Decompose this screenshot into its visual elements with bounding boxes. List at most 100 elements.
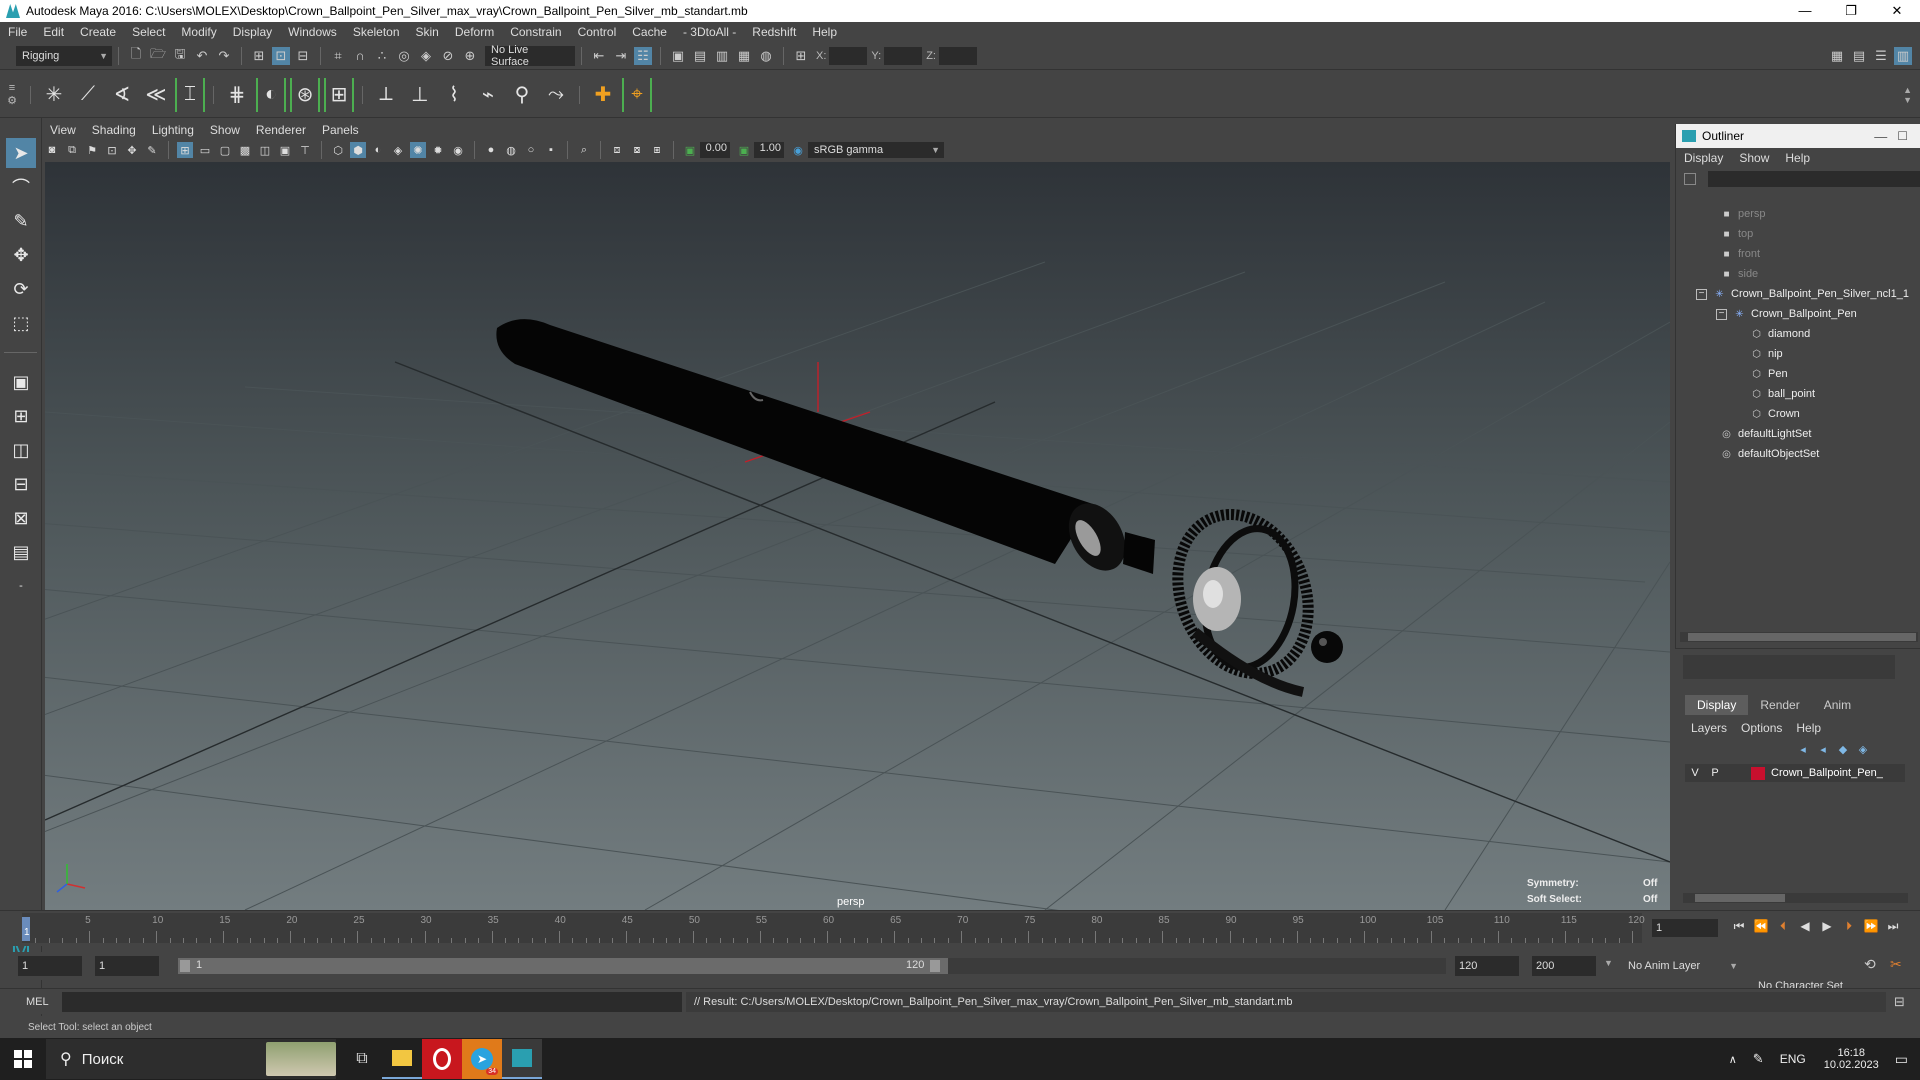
select-object-icon[interactable]: ⊡ bbox=[272, 46, 290, 65]
vp-menu-panels[interactable]: Panels bbox=[314, 123, 367, 137]
outliner-search-input[interactable] bbox=[1708, 171, 1920, 187]
paint-weights-icon[interactable]: ⌇ bbox=[439, 78, 469, 112]
menu-modify[interactable]: Modify bbox=[173, 25, 224, 39]
aim-constraint-icon[interactable]: ⤳ bbox=[541, 78, 571, 112]
outliner-menu-show[interactable]: Show bbox=[1731, 151, 1777, 165]
grease-pencil-icon[interactable]: ✎ bbox=[144, 142, 160, 158]
blend-shape-icon[interactable]: ⊞ bbox=[324, 77, 354, 112]
mirror-joint-icon[interactable]: ⌶ bbox=[175, 77, 205, 112]
time-slider[interactable]: 1 5 10 15 20 25 30 35 40 45 50 55 60 65 70 75 80 85 90 95 1… bbox=[0, 910, 1920, 946]
opera-icon[interactable] bbox=[422, 1039, 462, 1079]
camera-attributes-icon[interactable]: ⧉ bbox=[64, 142, 80, 158]
outliner-item-persp[interactable]: ■ persp bbox=[1676, 204, 1920, 224]
outliner-item-front[interactable]: ■ front bbox=[1676, 244, 1920, 264]
menu-windows[interactable]: Windows bbox=[280, 25, 345, 39]
start-time-field[interactable]: 1 bbox=[18, 956, 82, 976]
hypershade-icon[interactable]: ◍ bbox=[757, 47, 775, 65]
menu-edit[interactable]: Edit bbox=[35, 25, 72, 39]
xray-icon[interactable]: ▪ bbox=[543, 142, 559, 158]
safe-action-icon[interactable]: ▣ bbox=[277, 142, 293, 158]
task-view-icon[interactable]: ⧉ bbox=[342, 1039, 382, 1079]
perspective-viewport[interactable]: persp Symmetry: Off Soft Select: Off bbox=[45, 162, 1670, 910]
tab-render[interactable]: Render bbox=[1748, 695, 1811, 715]
step-forward-frame-icon[interactable]: ⏵ bbox=[1838, 919, 1860, 934]
ik-spline-icon[interactable]: ≪ bbox=[141, 78, 171, 112]
backface-culling-icon[interactable]: ⧆ bbox=[649, 142, 665, 158]
cluster-icon[interactable]: ◐ bbox=[256, 77, 286, 112]
layer-row[interactable]: V P Crown_Ballpoint_Pen_ bbox=[1685, 764, 1905, 782]
shelf-options[interactable]: ≡ ⚙ bbox=[0, 82, 24, 107]
animation-prefs-icon[interactable]: ✂ bbox=[1890, 956, 1902, 973]
collapse-icon[interactable]: − bbox=[1716, 308, 1727, 320]
play-forwards-icon[interactable]: ▶ bbox=[1816, 919, 1838, 934]
auto-key-icon[interactable]: ⟲ bbox=[1864, 956, 1876, 973]
layer-filter-field[interactable] bbox=[1683, 655, 1895, 679]
depth-of-field-icon[interactable]: ○ bbox=[523, 142, 539, 158]
attribute-editor-icon[interactable]: ▤ bbox=[1850, 47, 1868, 65]
outliner-item-default-light-set[interactable]: ◎ defaultLightSet bbox=[1676, 424, 1920, 444]
scroll-thumb[interactable] bbox=[1688, 633, 1916, 641]
menu-create[interactable]: Create bbox=[72, 25, 124, 39]
ambient-occlusion-icon[interactable]: ◉ bbox=[450, 142, 466, 158]
lattice-icon[interactable]: ⋕ bbox=[222, 78, 252, 112]
color-management-icon[interactable]: ◉ bbox=[790, 142, 806, 158]
end-time-field[interactable]: 200 bbox=[1532, 956, 1596, 976]
paint-select-icon[interactable]: ✎ bbox=[6, 206, 36, 236]
menu-skin[interactable]: Skin bbox=[408, 25, 447, 39]
collapse-icon[interactable]: − bbox=[1696, 288, 1707, 300]
menu-file[interactable]: File bbox=[0, 25, 35, 39]
command-input[interactable] bbox=[62, 992, 682, 1012]
step-forward-key-icon[interactable]: ⏩ bbox=[1860, 919, 1882, 934]
outliner-maximize-icon[interactable]: ☐ bbox=[1897, 129, 1908, 143]
layer-hscrollbar[interactable] bbox=[1683, 893, 1908, 903]
open-scene-icon[interactable]: 🗁 bbox=[149, 46, 167, 65]
parent-constraint-icon[interactable]: ⌖ bbox=[622, 77, 652, 112]
playback-start-field[interactable]: 1 bbox=[95, 956, 159, 976]
render-view-icon[interactable]: ▣ bbox=[669, 47, 687, 65]
isolate-select-icon[interactable]: ⌕ bbox=[576, 142, 592, 158]
live-surface-field[interactable]: No Live Surface bbox=[485, 44, 575, 68]
menu-set-dropdown[interactable]: Rigging ▼ bbox=[16, 45, 112, 66]
show-hidden-icons[interactable]: ∧ bbox=[1729, 1053, 1737, 1066]
vp-menu-show[interactable]: Show bbox=[202, 123, 248, 137]
snap-together-icon[interactable]: ⊕ bbox=[461, 47, 479, 65]
textured-icon[interactable]: ◈ bbox=[390, 142, 406, 158]
clock[interactable]: 16:18 10.02.2023 bbox=[1824, 1047, 1879, 1071]
menu-skeleton[interactable]: Skeleton bbox=[345, 25, 408, 39]
output-ops-icon[interactable]: ⇥ bbox=[612, 47, 630, 65]
grid-toggle-icon[interactable]: ⊞ bbox=[177, 142, 193, 158]
lasso-tool-icon[interactable]: ⌒ bbox=[6, 172, 36, 202]
anim-layer-dropdown[interactable]: No Anim Layer ▼ bbox=[1622, 956, 1742, 976]
mel-label[interactable]: MEL bbox=[26, 996, 49, 1008]
new-layer-selected-icon[interactable]: ◈ bbox=[1855, 741, 1871, 757]
outliner-hscrollbar[interactable] bbox=[1680, 632, 1918, 642]
shadows-icon[interactable]: ✹ bbox=[430, 142, 446, 158]
safe-title-icon[interactable]: ⊤ bbox=[297, 142, 313, 158]
move-tool-icon[interactable]: ✥ bbox=[6, 240, 36, 270]
menu-deform[interactable]: Deform bbox=[447, 25, 502, 39]
exposure-icon[interactable]: ▣ bbox=[682, 142, 698, 158]
chevron-down-icon[interactable]: ▼ bbox=[1604, 958, 1613, 968]
range-end-handle[interactable] bbox=[930, 960, 940, 972]
outliner-item-nip[interactable]: ⬡ nip bbox=[1676, 344, 1920, 364]
tab-display[interactable]: Display bbox=[1685, 695, 1749, 715]
menu-3dtoall[interactable]: - 3DtoAll - bbox=[675, 25, 744, 39]
outliner-item-default-object-set[interactable]: ◎ defaultObjectSet bbox=[1676, 444, 1920, 464]
taskbar-search-box[interactable]: ⚲ Поиск bbox=[46, 1039, 336, 1079]
insert-joint-icon[interactable]: ⟋ bbox=[73, 78, 103, 112]
outliner-minimize-icon[interactable]: — bbox=[1874, 129, 1887, 144]
undo-icon[interactable]: ↶ bbox=[193, 47, 211, 65]
smooth-shade-icon[interactable]: ⬢ bbox=[350, 142, 366, 158]
rotate-tool-icon[interactable]: ⟳ bbox=[6, 274, 36, 304]
exposure-field[interactable]: 0.00 bbox=[700, 142, 730, 158]
range-slider-bar[interactable]: 1 120 bbox=[178, 958, 948, 974]
soft-mod-icon[interactable]: ⌁ bbox=[473, 78, 503, 112]
select-hierarchy-icon[interactable]: ⊞ bbox=[250, 47, 268, 65]
menu-cache[interactable]: Cache bbox=[624, 25, 675, 39]
field-chart-icon[interactable]: ◫ bbox=[257, 142, 273, 158]
telegram-icon[interactable]: ➤ 34 bbox=[462, 1039, 502, 1079]
layout-persp-outliner-icon[interactable]: ⊟ bbox=[6, 469, 36, 499]
save-scene-icon[interactable]: 🖫 bbox=[171, 46, 189, 65]
layout-four-icon[interactable]: ⊞ bbox=[6, 401, 36, 431]
move-layer-down-icon[interactable]: ◂ bbox=[1815, 741, 1831, 757]
